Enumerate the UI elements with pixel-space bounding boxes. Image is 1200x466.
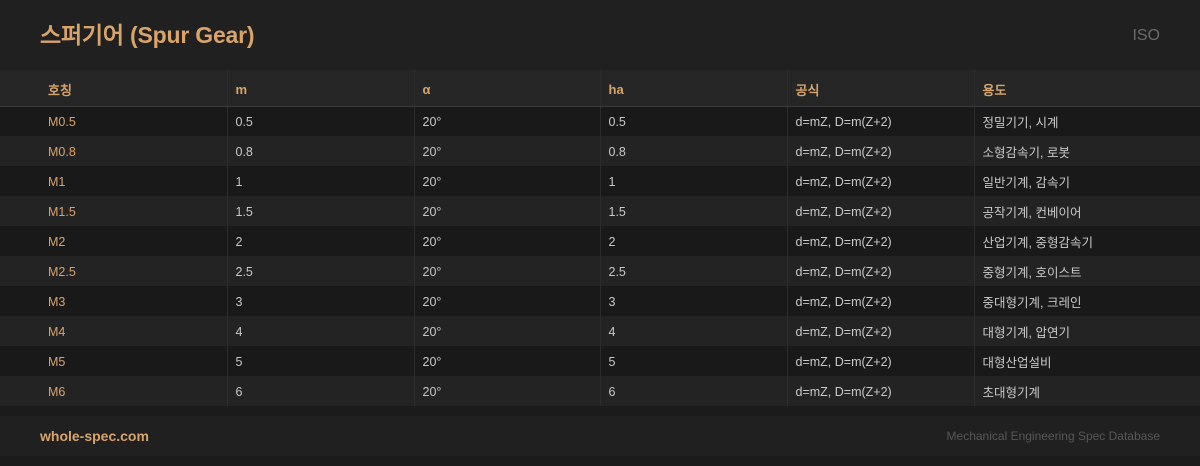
cell-pressure-angle: 20° <box>413 226 600 256</box>
table-header: 호칭 m α ha 공식 용도 <box>0 70 1200 107</box>
cell-application: 소형감속기, 로봇 <box>973 136 1200 166</box>
cell-addendum: 0.5 <box>599 106 787 136</box>
cell-formula: d=mZ, D=m(Z+2) <box>786 256 974 286</box>
cell-application: 일반기계, 감속기 <box>973 166 1200 196</box>
cell-module: 0.5 <box>226 106 414 136</box>
cell-designation: M1 <box>48 174 66 189</box>
table-row: M2.5 2.5 20° 2.5 d=mZ, D=m(Z+2) 중형기계, 호이스트 <box>0 256 1200 286</box>
table-row: M3 3 20° 3 d=mZ, D=m(Z+2) 중대형기계, 크레인 <box>0 286 1200 316</box>
cell-pressure-angle: 20° <box>413 316 600 346</box>
cell-designation: M4 <box>48 324 66 339</box>
cell-formula: d=mZ, D=m(Z+2) <box>786 166 974 196</box>
cell-addendum: 4 <box>599 316 787 346</box>
table-row: M2 2 20° 2 d=mZ, D=m(Z+2) 산업기계, 중형감속기 <box>0 226 1200 256</box>
cell-addendum: 2.5 <box>599 256 787 286</box>
column-header-pressure-angle: α <box>413 70 600 107</box>
footer-tagline: Mechanical Engineering Spec Database <box>946 429 1160 443</box>
spec-table: 호칭 m α ha 공식 용도 M0.5 0.5 20° 0.5 d=mZ, D=m(Z… <box>0 70 1200 406</box>
cell-formula: d=mZ, D=m(Z+2) <box>786 286 974 316</box>
table-row: M1 1 20° 1 d=mZ, D=m(Z+2) 일반기계, 감속기 <box>0 166 1200 196</box>
cell-pressure-angle: 20° <box>413 286 600 316</box>
column-header-addendum: ha <box>599 70 787 107</box>
table-row: M6 6 20° 6 d=mZ, D=m(Z+2) 초대형기계 <box>0 376 1200 406</box>
cell-designation: M2.5 <box>48 264 76 279</box>
cell-formula: d=mZ, D=m(Z+2) <box>786 106 974 136</box>
cell-pressure-angle: 20° <box>413 256 600 286</box>
cell-pressure-angle: 20° <box>413 136 600 166</box>
cell-addendum: 1.5 <box>599 196 787 226</box>
cell-pressure-angle: 20° <box>413 196 600 226</box>
cell-pressure-angle: 20° <box>413 346 600 376</box>
cell-designation: M3 <box>48 294 66 309</box>
column-header-formula: 공식 <box>786 70 974 107</box>
cell-formula: d=mZ, D=m(Z+2) <box>786 196 974 226</box>
cell-module: 1 <box>226 166 414 196</box>
cell-formula: d=mZ, D=m(Z+2) <box>786 136 974 166</box>
cell-designation: M5 <box>48 354 66 369</box>
cell-formula: d=mZ, D=m(Z+2) <box>786 376 974 406</box>
cell-formula: d=mZ, D=m(Z+2) <box>786 346 974 376</box>
cell-module: 6 <box>226 376 414 406</box>
column-header-module: m <box>226 70 414 107</box>
cell-application: 중형기계, 호이스트 <box>973 256 1200 286</box>
cell-designation: M6 <box>48 384 66 399</box>
table-row: M5 5 20° 5 d=mZ, D=m(Z+2) 대형산업설비 <box>0 346 1200 376</box>
table-row: M0.8 0.8 20° 0.8 d=mZ, D=m(Z+2) 소형감속기, 로봇 <box>0 136 1200 166</box>
cell-module: 5 <box>226 346 414 376</box>
cell-module: 1.5 <box>226 196 414 226</box>
cell-designation: M0.5 <box>48 114 76 129</box>
cell-addendum: 0.8 <box>599 136 787 166</box>
cell-application: 공작기계, 컨베이어 <box>973 196 1200 226</box>
column-header-designation: 호칭 <box>0 70 227 107</box>
standard-label: ISO <box>1132 27 1160 44</box>
cell-designation: M0.8 <box>48 144 76 159</box>
spec-page: 스퍼기어 (Spur Gear) ISO 호칭 m α ha 공식 용도 M0.… <box>0 0 1200 466</box>
table-row: M1.5 1.5 20° 1.5 d=mZ, D=m(Z+2) 공작기계, 컨베이어 <box>0 196 1200 226</box>
cell-application: 산업기계, 중형감속기 <box>973 226 1200 256</box>
cell-module: 2 <box>226 226 414 256</box>
cell-application: 대형산업설비 <box>973 346 1200 376</box>
table-row: M0.5 0.5 20° 0.5 d=mZ, D=m(Z+2) 정밀기기, 시계 <box>0 106 1200 136</box>
cell-application: 대형기계, 압연기 <box>973 316 1200 346</box>
cell-addendum: 1 <box>599 166 787 196</box>
cell-module: 3 <box>226 286 414 316</box>
cell-module: 2.5 <box>226 256 414 286</box>
cell-pressure-angle: 20° <box>413 106 600 136</box>
cell-addendum: 6 <box>599 376 787 406</box>
cell-designation: M2 <box>48 234 66 249</box>
cell-pressure-angle: 20° <box>413 166 600 196</box>
table-row: M4 4 20° 4 d=mZ, D=m(Z+2) 대형기계, 압연기 <box>0 316 1200 346</box>
cell-designation: M1.5 <box>48 204 76 219</box>
table-body: M0.5 0.5 20° 0.5 d=mZ, D=m(Z+2) 정밀기기, 시계 M0.8 0… <box>0 106 1200 406</box>
cell-application: 초대형기계 <box>973 376 1200 406</box>
cell-module: 0.8 <box>226 136 414 166</box>
cell-application: 정밀기기, 시계 <box>973 106 1200 136</box>
spec-table-container: 호칭 m α ha 공식 용도 M0.5 0.5 20° 0.5 d=mZ, D=m(Z… <box>0 70 1200 406</box>
cell-formula: d=mZ, D=m(Z+2) <box>786 316 974 346</box>
cell-application: 중대형기계, 크레인 <box>973 286 1200 316</box>
cell-addendum: 3 <box>599 286 787 316</box>
column-header-application: 용도 <box>973 70 1200 107</box>
page-footer: whole-spec.com Mechanical Engineering Sp… <box>0 416 1200 456</box>
cell-module: 4 <box>226 316 414 346</box>
page-header: 스퍼기어 (Spur Gear) ISO <box>0 0 1200 70</box>
cell-pressure-angle: 20° <box>413 376 600 406</box>
header-row: 호칭 m α ha 공식 용도 <box>0 70 1200 107</box>
brand-link[interactable]: whole-spec.com <box>40 428 149 444</box>
page-title: 스퍼기어 (Spur Gear) <box>40 22 255 48</box>
cell-addendum: 5 <box>599 346 787 376</box>
cell-formula: d=mZ, D=m(Z+2) <box>786 226 974 256</box>
cell-addendum: 2 <box>599 226 787 256</box>
